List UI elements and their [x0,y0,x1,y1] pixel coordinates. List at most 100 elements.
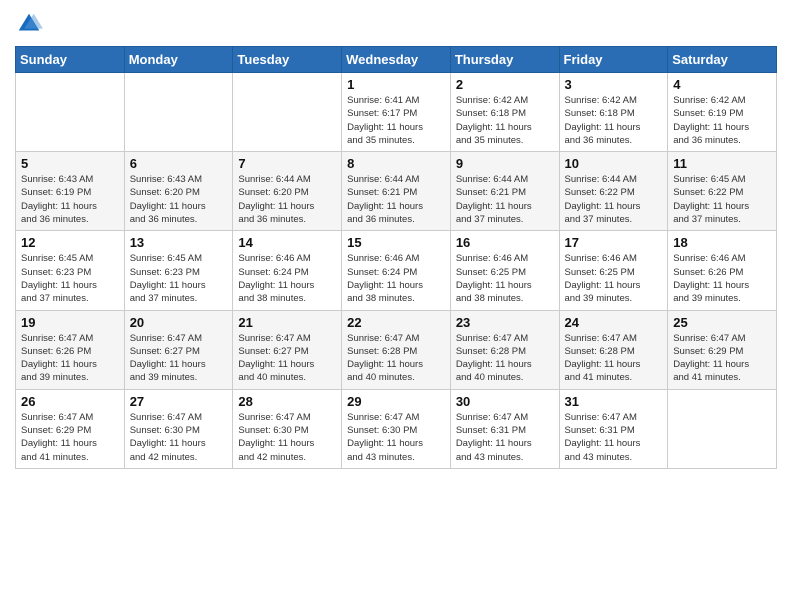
logo [15,10,47,38]
calendar-cell: 15 Sunrise: 6:46 AM Sunset: 6:24 PM Dayli… [342,231,451,310]
day-info: Sunrise: 6:42 AM Sunset: 6:18 PM Dayligh… [565,94,663,147]
day-info: Sunrise: 6:46 AM Sunset: 6:25 PM Dayligh… [565,252,663,305]
day-info: Sunrise: 6:45 AM Sunset: 6:23 PM Dayligh… [21,252,119,305]
day-number: 29 [347,394,445,409]
calendar-cell: 6 Sunrise: 6:43 AM Sunset: 6:20 PM Daylig… [124,152,233,231]
calendar-cell [16,73,125,152]
weekday-header-thursday: Thursday [450,47,559,73]
calendar-cell [124,73,233,152]
calendar-cell: 11 Sunrise: 6:45 AM Sunset: 6:22 PM Dayli… [668,152,777,231]
day-info: Sunrise: 6:42 AM Sunset: 6:19 PM Dayligh… [673,94,771,147]
calendar-cell: 13 Sunrise: 6:45 AM Sunset: 6:23 PM Dayli… [124,231,233,310]
calendar-cell: 27 Sunrise: 6:47 AM Sunset: 6:30 PM Dayli… [124,389,233,468]
header [15,10,777,38]
calendar-cell: 2Sunrise: 6:42 AM Sunset: 6:18 PM Daylig… [450,73,559,152]
logo-icon [15,10,43,38]
day-number: 16 [456,235,554,250]
calendar-cell: 29 Sunrise: 6:47 AM Sunset: 6:30 PM Dayli… [342,389,451,468]
day-info: Sunrise: 6:47 AM Sunset: 6:31 PM Dayligh… [456,411,554,464]
day-info: Sunrise: 6:47 AM Sunset: 6:27 PM Dayligh… [130,332,228,385]
day-info: Sunrise: 6:47 AM Sunset: 6:28 PM Dayligh… [565,332,663,385]
weekday-header-sunday: Sunday [16,47,125,73]
day-info: Sunrise: 6:46 AM Sunset: 6:24 PM Dayligh… [347,252,445,305]
day-number: 6 [130,156,228,171]
weekday-header-wednesday: Wednesday [342,47,451,73]
calendar-cell: 28Sunrise: 6:47 AM Sunset: 6:30 PM Dayli… [233,389,342,468]
calendar-cell: 3 Sunrise: 6:42 AM Sunset: 6:18 PM Daylig… [559,73,668,152]
day-info: Sunrise: 6:47 AM Sunset: 6:29 PM Dayligh… [21,411,119,464]
day-info: Sunrise: 6:45 AM Sunset: 6:23 PM Dayligh… [130,252,228,305]
day-number: 24 [565,315,663,330]
weekday-header-friday: Friday [559,47,668,73]
calendar-cell: 18 Sunrise: 6:46 AM Sunset: 6:26 PM Dayli… [668,231,777,310]
calendar-cell: 31 Sunrise: 6:47 AM Sunset: 6:31 PM Dayli… [559,389,668,468]
calendar-cell: 25 Sunrise: 6:47 AM Sunset: 6:29 PM Dayli… [668,310,777,389]
day-number: 2 [456,77,554,92]
day-info: Sunrise: 6:47 AM Sunset: 6:30 PM Dayligh… [130,411,228,464]
day-info: Sunrise: 6:44 AM Sunset: 6:21 PM Dayligh… [456,173,554,226]
day-info: Sunrise: 6:47 AM Sunset: 6:26 PM Dayligh… [21,332,119,385]
day-number: 30 [456,394,554,409]
day-number: 7 [238,156,336,171]
day-number: 3 [565,77,663,92]
calendar-cell: 8Sunrise: 6:44 AM Sunset: 6:21 PM Daylig… [342,152,451,231]
calendar-cell: 30 Sunrise: 6:47 AM Sunset: 6:31 PM Dayli… [450,389,559,468]
day-number: 27 [130,394,228,409]
day-number: 10 [565,156,663,171]
calendar-cell: 10 Sunrise: 6:44 AM Sunset: 6:22 PM Dayli… [559,152,668,231]
weekday-header-tuesday: Tuesday [233,47,342,73]
calendar-cell: 26 Sunrise: 6:47 AM Sunset: 6:29 PM Dayli… [16,389,125,468]
day-number: 11 [673,156,771,171]
day-info: Sunrise: 6:47 AM Sunset: 6:30 PM Dayligh… [347,411,445,464]
day-number: 21 [238,315,336,330]
day-number: 23 [456,315,554,330]
day-number: 1 [347,77,445,92]
day-info: Sunrise: 6:44 AM Sunset: 6:22 PM Dayligh… [565,173,663,226]
day-number: 9 [456,156,554,171]
calendar-cell [668,389,777,468]
day-info: Sunrise: 6:47 AM Sunset: 6:28 PM Dayligh… [347,332,445,385]
calendar-cell [233,73,342,152]
day-info: Sunrise: 6:43 AM Sunset: 6:19 PM Dayligh… [21,173,119,226]
calendar-cell: 7Sunrise: 6:44 AM Sunset: 6:20 PM Daylig… [233,152,342,231]
weekday-header-monday: Monday [124,47,233,73]
weekday-header-row: SundayMondayTuesdayWednesdayThursdayFrid… [16,47,777,73]
calendar-cell: 16 Sunrise: 6:46 AM Sunset: 6:25 PM Dayli… [450,231,559,310]
calendar-cell: 5Sunrise: 6:43 AM Sunset: 6:19 PM Daylig… [16,152,125,231]
day-info: Sunrise: 6:46 AM Sunset: 6:25 PM Dayligh… [456,252,554,305]
day-number: 25 [673,315,771,330]
day-info: Sunrise: 6:46 AM Sunset: 6:24 PM Dayligh… [238,252,336,305]
calendar-cell: 24 Sunrise: 6:47 AM Sunset: 6:28 PM Dayli… [559,310,668,389]
day-number: 8 [347,156,445,171]
day-number: 15 [347,235,445,250]
day-number: 18 [673,235,771,250]
page: SundayMondayTuesdayWednesdayThursdayFrid… [0,0,792,612]
week-row-4: 26 Sunrise: 6:47 AM Sunset: 6:29 PM Dayli… [16,389,777,468]
calendar-cell: 12Sunrise: 6:45 AM Sunset: 6:23 PM Dayli… [16,231,125,310]
week-row-2: 12Sunrise: 6:45 AM Sunset: 6:23 PM Dayli… [16,231,777,310]
day-number: 19 [21,315,119,330]
calendar-cell: 19 Sunrise: 6:47 AM Sunset: 6:26 PM Dayli… [16,310,125,389]
week-row-1: 5Sunrise: 6:43 AM Sunset: 6:19 PM Daylig… [16,152,777,231]
calendar-cell: 14 Sunrise: 6:46 AM Sunset: 6:24 PM Dayli… [233,231,342,310]
day-info: Sunrise: 6:47 AM Sunset: 6:31 PM Dayligh… [565,411,663,464]
calendar-table: SundayMondayTuesdayWednesdayThursdayFrid… [15,46,777,469]
day-number: 26 [21,394,119,409]
day-number: 28 [238,394,336,409]
week-row-3: 19 Sunrise: 6:47 AM Sunset: 6:26 PM Dayli… [16,310,777,389]
day-info: Sunrise: 6:46 AM Sunset: 6:26 PM Dayligh… [673,252,771,305]
day-number: 17 [565,235,663,250]
day-info: Sunrise: 6:47 AM Sunset: 6:27 PM Dayligh… [238,332,336,385]
calendar-cell: 23 Sunrise: 6:47 AM Sunset: 6:28 PM Dayli… [450,310,559,389]
day-info: Sunrise: 6:47 AM Sunset: 6:28 PM Dayligh… [456,332,554,385]
calendar-cell: 9 Sunrise: 6:44 AM Sunset: 6:21 PM Daylig… [450,152,559,231]
day-number: 14 [238,235,336,250]
day-number: 13 [130,235,228,250]
day-info: Sunrise: 6:47 AM Sunset: 6:29 PM Dayligh… [673,332,771,385]
day-info: Sunrise: 6:45 AM Sunset: 6:22 PM Dayligh… [673,173,771,226]
week-row-0: 1 Sunrise: 6:41 AM Sunset: 6:17 PM Daylig… [16,73,777,152]
calendar-cell: 22Sunrise: 6:47 AM Sunset: 6:28 PM Dayli… [342,310,451,389]
day-number: 31 [565,394,663,409]
day-info: Sunrise: 6:41 AM Sunset: 6:17 PM Dayligh… [347,94,445,147]
day-info: Sunrise: 6:43 AM Sunset: 6:20 PM Dayligh… [130,173,228,226]
